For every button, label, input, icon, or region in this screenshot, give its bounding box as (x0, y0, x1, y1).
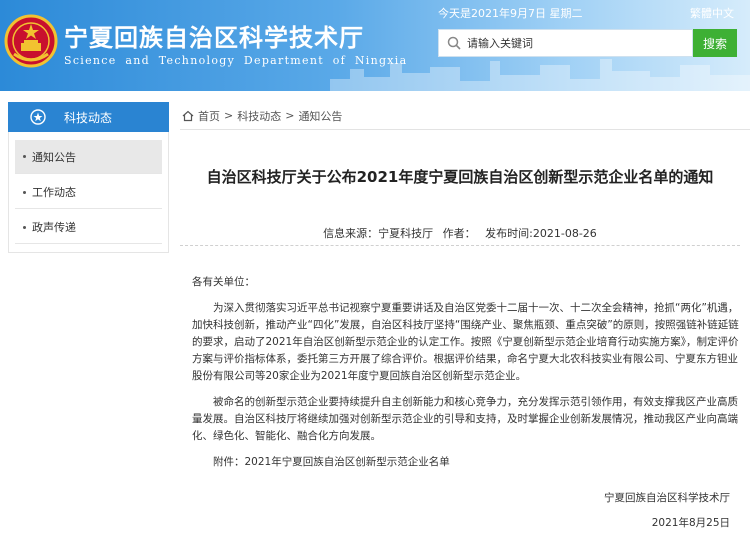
article-title: 自治区科技厅关于公布2021年度宁夏回族自治区创新型示范企业名单的通知 (206, 168, 714, 186)
article-paragraph: 被命名的创新型示范企业要持续提升自主创新能力和核心竞争力，充分发挥示范引领作用，… (192, 396, 738, 442)
sidebar-heading: 科技动态 (8, 102, 169, 132)
sidebar-list: 通知公告 工作动态 政声传递 (8, 132, 169, 253)
bullet-icon (23, 225, 26, 229)
site-header: 宁夏回族自治区科学技术厅 Science and Technology Depa… (0, 0, 750, 91)
sidebar-item-work-news[interactable]: 工作动态 (15, 176, 162, 209)
search-icon (447, 36, 461, 50)
home-icon (182, 110, 194, 121)
site-title: 宁夏回族自治区科学技术厅 (64, 24, 364, 52)
article-signature: 宁夏回族自治区科学技术厅 (604, 492, 730, 504)
search-input[interactable] (467, 36, 667, 50)
sidebar-item-label: 通知公告 (32, 150, 76, 164)
main-content: 首页 > 科技动态 > 通知公告 自治区科技厅关于公布2021年度宁夏回族自治区… (180, 102, 750, 529)
sidebar-item-policy-voice[interactable]: 政声传递 (15, 211, 162, 244)
search-button[interactable]: 搜索 (693, 29, 737, 57)
article-sign-date: 2021年8月25日 (651, 517, 730, 529)
sidebar: 科技动态 通知公告 工作动态 政声传递 (8, 102, 169, 253)
traditional-chinese-link[interactable]: 繁體中文 (690, 5, 734, 21)
article-source: 信息来源：宁夏科技厅 (323, 227, 434, 240)
article-salutation: 各有关单位： (192, 276, 255, 288)
search-box[interactable] (438, 29, 693, 57)
meta-divider (180, 245, 740, 246)
sidebar-item-label: 工作动态 (32, 186, 76, 199)
breadcrumb-separator: > (224, 109, 234, 122)
sidebar-item-notices[interactable]: 通知公告 (15, 140, 162, 174)
national-emblem-icon (4, 14, 58, 68)
article-author: 作者： (442, 227, 476, 240)
article-paragraph: 为深入贯彻落实习近平总书记视察宁夏重要讲话及自治区党委十二届十一次、十二次全会精… (192, 302, 739, 382)
breadcrumb-level1[interactable]: 科技动态 (237, 108, 281, 124)
article-meta: 信息来源：宁夏科技厅 作者： 发布时间:2021-08-26 (180, 225, 740, 241)
breadcrumb-home[interactable]: 首页 (198, 108, 220, 124)
news-icon (30, 109, 46, 125)
breadcrumb: 首页 > 科技动态 > 通知公告 (180, 102, 750, 130)
current-date: 今天是2021年9月7日 星期二 (438, 7, 583, 20)
sidebar-heading-label: 科技动态 (64, 110, 113, 125)
article-publish-time: 发布时间:2021-08-26 (485, 227, 597, 240)
breadcrumb-level2[interactable]: 通知公告 (298, 108, 342, 124)
bullet-icon (23, 155, 26, 158)
bullet-icon (23, 190, 26, 194)
breadcrumb-separator: > (285, 109, 295, 122)
article-body: 各有关单位： 为深入贯彻落实习近平总书记视察宁夏重要讲话及自治区党委十二届十一次… (192, 274, 740, 480)
sidebar-item-label: 政声传递 (32, 221, 76, 234)
site-subtitle: Science and Technology Department of Nin… (64, 54, 408, 67)
article-attachment-link[interactable]: 附件：2021年宁夏回族自治区创新型示范企业名单 (192, 454, 740, 471)
